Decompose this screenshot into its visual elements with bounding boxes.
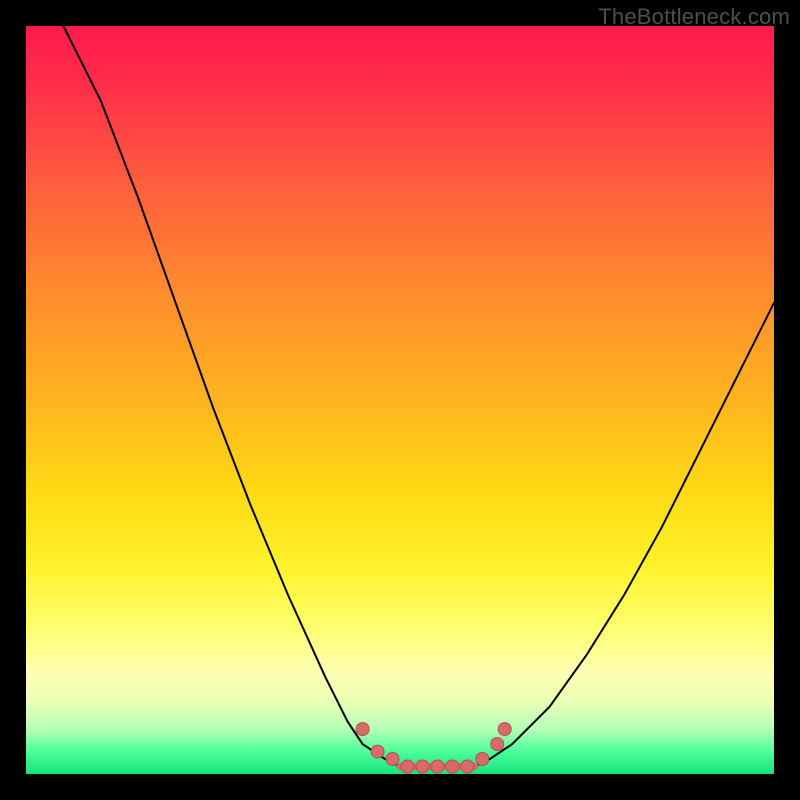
chart-svg bbox=[26, 26, 774, 774]
marker-dot bbox=[491, 738, 504, 751]
marker-dot bbox=[431, 760, 444, 773]
marker-dot bbox=[386, 753, 399, 766]
marker-dot bbox=[461, 760, 474, 773]
left-curve bbox=[63, 26, 400, 767]
marker-layer bbox=[356, 723, 511, 773]
marker-dot bbox=[416, 760, 429, 773]
right-curve bbox=[475, 303, 774, 767]
watermark-text: TheBottleneck.com bbox=[598, 4, 790, 30]
marker-dot bbox=[476, 753, 489, 766]
marker-dot bbox=[498, 723, 511, 736]
curve-layer bbox=[63, 26, 774, 767]
marker-dot bbox=[371, 745, 384, 758]
marker-dot bbox=[356, 723, 369, 736]
marker-dot bbox=[401, 760, 414, 773]
plot-area bbox=[26, 26, 774, 774]
marker-dot bbox=[446, 760, 459, 773]
outer-frame: TheBottleneck.com bbox=[0, 0, 800, 800]
